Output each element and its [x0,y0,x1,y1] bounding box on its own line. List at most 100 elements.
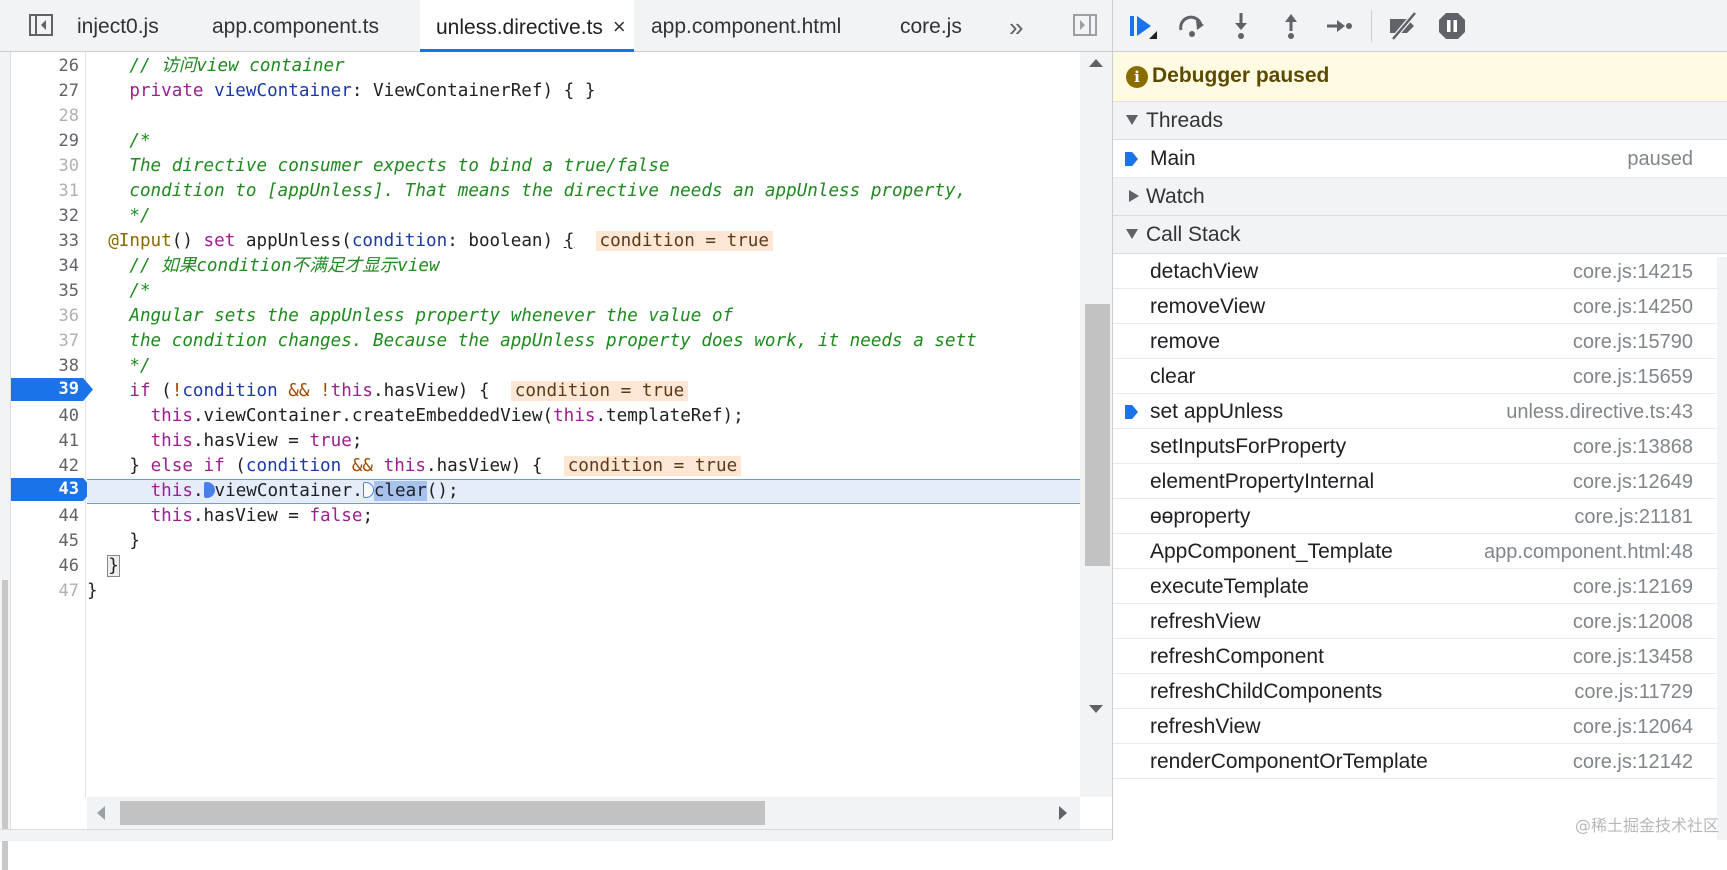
watch-section-header[interactable]: Watch [1113,178,1727,216]
call-frame-row[interactable]: refreshComponent core.js:13458 [1113,639,1727,674]
vertical-scrollbar-thumb[interactable] [1085,304,1110,566]
line-number[interactable]: 37 [11,329,79,354]
identifier: viewContainer [214,81,352,101]
tab-unless-directive-ts[interactable]: unless.directive.ts × [420,0,634,52]
line-number[interactable]: 27 [11,79,79,104]
code-editor[interactable]: // 访问view container private viewContaine… [87,52,1080,797]
horizontal-scrollbar-thumb[interactable] [120,801,765,825]
line-number[interactable]: 46 [11,554,79,579]
keyword: set [203,231,236,251]
navigator-scrollbar-thumb[interactable] [2,580,8,870]
line-number[interactable]: 29 [11,129,79,154]
call-frame-name: executeTemplate [1150,575,1309,598]
tab-app-component-ts[interactable]: app.component.ts [212,0,379,52]
threads-section-header[interactable]: Threads [1113,102,1727,140]
line-number[interactable]: 41 [11,429,79,454]
scroll-right-icon[interactable] [1059,806,1067,820]
call-frame-location: app.component.html:48 [1483,541,1693,563]
call-frame-row[interactable]: setInputsForProperty core.js:13868 [1113,429,1727,464]
call-frame-row[interactable]: detachView core.js:14215 [1113,254,1727,289]
keyword: this [553,406,596,426]
line-number-gutter[interactable]: 26 27 28 29 30 31 32 33 34 35 36 37 38 3… [11,52,93,797]
pause-on-exceptions-icon[interactable] [1437,11,1467,41]
line-number[interactable]: 31 [11,179,79,204]
call-frame-row[interactable]: renderComponentOrTemplate core.js:12142 [1113,744,1727,779]
sidebar-scrollbar[interactable] [1717,257,1727,840]
tab-inject0[interactable]: inject0.js [77,0,159,52]
call-stack-section-header[interactable]: Call Stack [1113,216,1727,254]
call-frame-row[interactable]: set appUnless unless.directive.ts:43 [1113,394,1727,429]
toggle-navigator-icon[interactable] [28,12,54,38]
line-number[interactable]: 45 [11,529,79,554]
continue-to-location-marker[interactable] [362,482,374,498]
comment: the condition changes. Because the appUn… [129,331,977,351]
call-frame-row[interactable]: clear core.js:15659 [1113,359,1727,394]
line-number[interactable]: 28 [11,104,79,129]
line-number[interactable]: 33 [11,229,79,254]
line-number[interactable]: 42 [11,454,79,479]
deactivate-breakpoints-icon[interactable] [1387,11,1417,41]
call-frame-row[interactable]: removeView core.js:14250 [1113,289,1727,324]
step-over-icon[interactable] [1177,11,1207,41]
code-line: // 如果condition不满足才显示view [87,254,1080,279]
line-number[interactable]: 34 [11,254,79,279]
section-title: Call Stack [1146,223,1241,246]
close-tab-icon[interactable]: × [613,0,626,54]
call-frame-row[interactable]: refreshView core.js:12064 [1113,709,1727,744]
code-line: the condition changes. Because the appUn… [87,329,1080,354]
scroll-up-icon[interactable] [1089,59,1103,67]
code-text: } [129,531,140,551]
call-frame-row[interactable]: refreshView core.js:12008 [1113,604,1727,639]
expanded-triangle-icon [1126,229,1138,239]
scroll-left-icon[interactable] [97,806,105,820]
line-number[interactable]: 36 [11,304,79,329]
tab-app-component-html[interactable]: app.component.html [651,0,841,52]
breakpoint-marker[interactable]: 39 [11,378,93,401]
call-frame-location: core.js:12649 [1572,471,1693,493]
line-number[interactable]: 26 [11,54,79,79]
vertical-scrollbar[interactable] [1080,52,1112,797]
call-frame-name: set appUnless [1150,400,1284,423]
call-frame-row[interactable]: remove core.js:15790 [1113,324,1727,359]
tab-label: unless.directive.ts [436,16,603,39]
breakpoint-marker[interactable]: 43 [11,478,93,501]
scroll-down-icon[interactable] [1089,705,1103,713]
tab-core-js[interactable]: core.js [900,0,962,52]
line-number[interactable]: 30 [11,154,79,179]
section-title: Threads [1146,109,1224,132]
call-frame-name: elementPropertyInternal [1150,470,1375,493]
code-text: .templateRef); [595,406,744,426]
more-tabs-icon[interactable]: » [1009,0,1023,52]
call-frame-row[interactable]: refreshChildComponents core.js:11729 [1113,674,1727,709]
line-number[interactable]: 38 [11,354,79,379]
call-frame-row[interactable]: ɵɵproperty core.js:21181 [1113,499,1727,534]
paused-status-text: Debugger paused [1152,64,1330,87]
call-frame-row[interactable]: executeTemplate core.js:12169 [1113,569,1727,604]
call-frame-location: core.js:21181 [1574,506,1693,528]
code-text: viewContainer. [214,481,363,501]
call-frame-row[interactable]: AppComponent_Template app.component.html:… [1113,534,1727,569]
line-number[interactable]: 35 [11,279,79,304]
horizontal-scrollbar[interactable] [87,797,1080,829]
inline-value: condition = true [510,381,689,401]
line-number[interactable]: 40 [11,404,79,429]
step-icon[interactable] [1324,11,1354,41]
continue-to-location-marker[interactable] [203,482,215,498]
step-out-icon[interactable] [1276,11,1306,41]
thread-row-main[interactable]: Main paused [1113,140,1727,178]
resume-icon[interactable] [1127,11,1157,41]
toggle-debugger-sidebar-icon[interactable] [1072,12,1098,38]
step-into-icon[interactable] [1226,11,1256,41]
code-line: if (!condition && !this.hasView) { condi… [87,379,1080,404]
call-frame-row[interactable]: elementPropertyInternal core.js:12649 [1113,464,1727,499]
line-number[interactable]: 47 [11,579,79,604]
tab-label: app.component.ts [212,15,379,38]
tab-label: core.js [900,15,962,38]
code-line: this.viewContainer.createEmbeddedView(th… [87,404,1080,429]
call-frame-name: refreshChildComponents [1150,680,1383,703]
line-number[interactable]: 44 [11,504,79,529]
keyword: this [150,506,193,526]
comment: The directive consumer expects to bind a… [129,156,670,176]
line-number[interactable]: 32 [11,204,79,229]
